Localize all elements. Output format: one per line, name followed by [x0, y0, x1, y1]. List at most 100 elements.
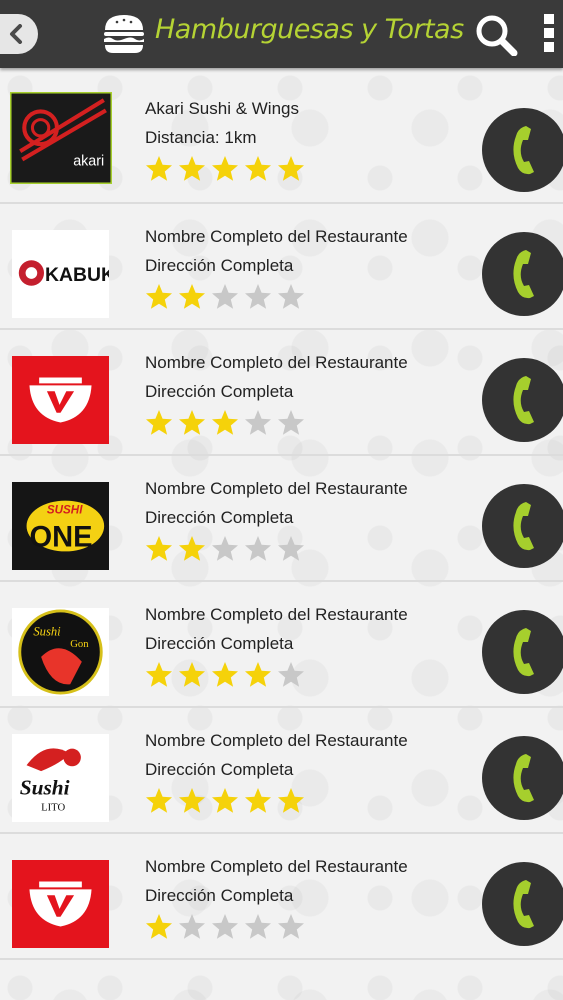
star-filled-icon	[211, 661, 239, 693]
star-filled-icon	[145, 155, 173, 187]
star-empty-icon	[277, 913, 305, 945]
restaurant-info: Nombre Completo del Restaurante Dirección…	[145, 730, 408, 819]
svg-text:ONE: ONE	[29, 521, 92, 553]
restaurant-row[interactable]: SUSHI ONE Nombre Completo del Restaurant…	[0, 456, 563, 582]
call-button[interactable]	[482, 232, 563, 316]
restaurant-row[interactable]: Sushi Gon Nombre Completo del Restaurant…	[0, 582, 563, 708]
star-filled-icon	[277, 155, 305, 187]
akari-logo: akari	[10, 92, 112, 184]
phone-icon	[513, 880, 534, 929]
rating-stars	[145, 787, 408, 819]
restaurant-detail: Dirección Completa	[145, 760, 294, 779]
star-filled-icon	[277, 787, 305, 819]
rating-stars	[145, 283, 408, 315]
star-filled-icon	[211, 409, 239, 441]
star-empty-icon	[244, 535, 272, 567]
phone-icon	[513, 502, 534, 551]
restaurant-name: Akari Sushi & Wings	[145, 99, 299, 118]
restaurant-info: Nombre Completo del Restaurante Dirección…	[145, 352, 408, 441]
phone-icon	[513, 376, 534, 425]
star-filled-icon	[178, 409, 206, 441]
restaurant-row[interactable]: Nombre Completo del Restaurante Dirección…	[0, 834, 563, 960]
svg-text:Sushi: Sushi	[33, 624, 61, 638]
restaurant-row[interactable]: Sushi LITO Nombre Completo del Restauran…	[0, 708, 563, 834]
star-filled-icon	[145, 787, 173, 819]
restaurant-detail: Dirección Completa	[145, 508, 294, 527]
restaurant-info: Akari Sushi & Wings Distancia: 1km	[145, 98, 305, 187]
svg-text:Gon: Gon	[70, 638, 89, 650]
restaurant-name: Nombre Completo del Restaurante	[145, 605, 408, 624]
red-bowl-logo	[12, 860, 109, 948]
star-empty-icon	[277, 283, 305, 315]
call-button[interactable]	[482, 484, 563, 568]
restaurant-row[interactable]: KABUKI Nombre Completo del Restaurante Di…	[0, 204, 563, 330]
restaurant-detail: Dirección Completa	[145, 382, 294, 401]
restaurant-detail: Dirección Completa	[145, 886, 294, 905]
page-title: Hamburguesas y Tortas	[155, 14, 464, 45]
red-bowl-logo	[12, 356, 109, 444]
star-empty-icon	[211, 913, 239, 945]
star-filled-icon	[178, 283, 206, 315]
burger-icon	[104, 15, 144, 53]
search-icon	[476, 15, 518, 57]
star-empty-icon	[277, 661, 305, 693]
restaurant-name: Nombre Completo del Restaurante	[145, 731, 408, 750]
restaurant-detail: Distancia: 1km	[145, 128, 257, 147]
top-app-bar: Hamburguesas y Tortas	[0, 0, 563, 68]
restaurant-row[interactable]: akari Akari Sushi & Wings Distancia: 1km	[0, 68, 563, 204]
star-filled-icon	[178, 155, 206, 187]
restaurant-detail: Dirección Completa	[145, 634, 294, 653]
search-button[interactable]	[474, 14, 518, 57]
star-filled-icon	[145, 913, 173, 945]
star-filled-icon	[145, 409, 173, 441]
rating-stars	[145, 661, 408, 693]
more-vert-icon	[544, 14, 554, 24]
star-filled-icon	[178, 535, 206, 567]
restaurant-info: Nombre Completo del Restaurante Dirección…	[145, 226, 408, 315]
star-empty-icon	[211, 283, 239, 315]
star-empty-icon	[277, 535, 305, 567]
phone-icon	[513, 126, 534, 175]
kabuki-logo: KABUKI	[12, 230, 109, 318]
svg-text:akari: akari	[73, 154, 104, 170]
star-filled-icon	[145, 535, 173, 567]
rating-stars	[145, 155, 305, 187]
rating-stars	[145, 913, 408, 945]
star-filled-icon	[211, 787, 239, 819]
svg-text:KABUKI: KABUKI	[45, 264, 109, 286]
call-button[interactable]	[482, 358, 563, 442]
back-arrow-icon	[10, 24, 22, 44]
sushi-gon-logo: Sushi Gon	[12, 608, 109, 696]
restaurant-info: Nombre Completo del Restaurante Dirección…	[145, 604, 408, 693]
restaurant-name: Nombre Completo del Restaurante	[145, 353, 408, 372]
sushi-one-logo: SUSHI ONE	[12, 482, 109, 570]
call-button[interactable]	[482, 610, 563, 694]
phone-icon	[513, 628, 534, 677]
restaurant-name: Nombre Completo del Restaurante	[145, 857, 408, 876]
restaurant-name: Nombre Completo del Restaurante	[145, 227, 408, 246]
restaurant-info: Nombre Completo del Restaurante Dirección…	[145, 856, 408, 945]
more-options-button[interactable]	[541, 14, 557, 54]
phone-icon	[513, 754, 534, 803]
svg-text:Sushi: Sushi	[20, 776, 70, 800]
star-filled-icon	[178, 661, 206, 693]
star-empty-icon	[211, 535, 239, 567]
star-filled-icon	[145, 661, 173, 693]
phone-icon	[513, 250, 534, 299]
svg-text:SUSHI: SUSHI	[47, 503, 83, 516]
star-filled-icon	[244, 155, 272, 187]
star-empty-icon	[244, 409, 272, 441]
star-filled-icon	[211, 155, 239, 187]
star-empty-icon	[244, 283, 272, 315]
star-filled-icon	[244, 661, 272, 693]
restaurant-row[interactable]: Nombre Completo del Restaurante Dirección…	[0, 330, 563, 456]
sushi-lito-logo: Sushi LITO	[12, 734, 109, 822]
star-filled-icon	[145, 283, 173, 315]
call-button[interactable]	[482, 736, 563, 820]
back-button[interactable]	[0, 14, 38, 54]
call-button[interactable]	[482, 108, 563, 192]
rating-stars	[145, 409, 408, 441]
star-empty-icon	[277, 409, 305, 441]
rating-stars	[145, 535, 408, 567]
call-button[interactable]	[482, 862, 563, 946]
